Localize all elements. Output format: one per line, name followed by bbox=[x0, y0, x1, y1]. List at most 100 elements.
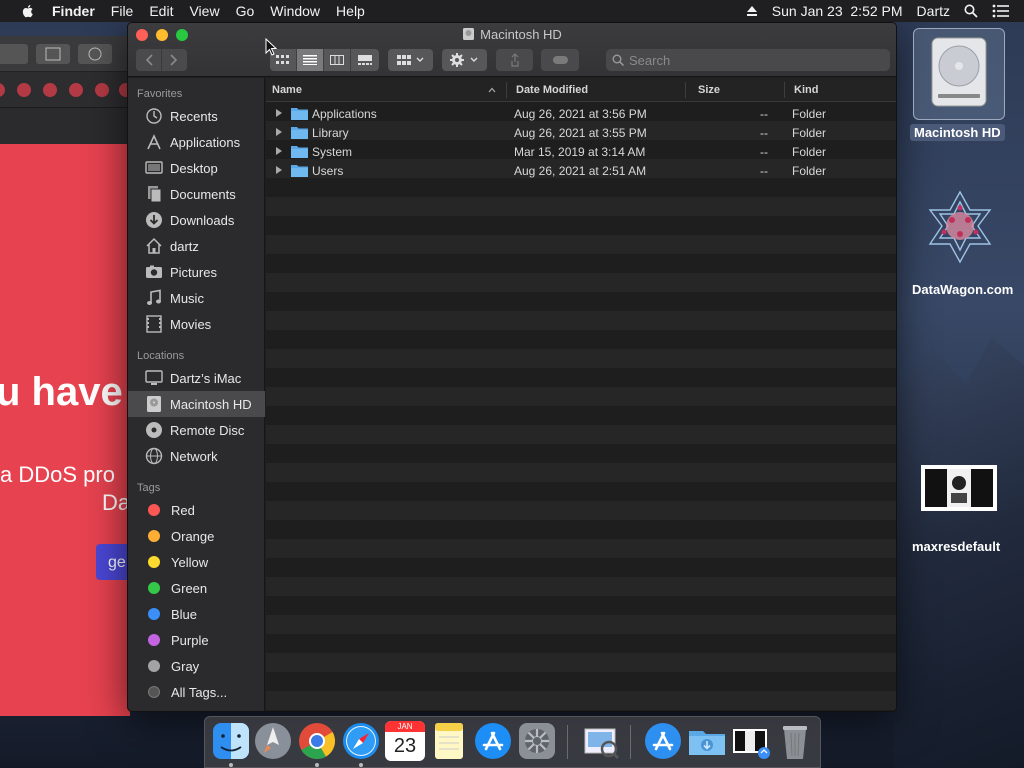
dock-downloads-folder-icon[interactable] bbox=[687, 721, 727, 761]
row-kind: Folder bbox=[792, 164, 827, 178]
sidebar-item-remote-disc[interactable]: Remote Disc bbox=[128, 417, 265, 443]
group-icon bbox=[396, 55, 423, 65]
sidebar-tag-all-tags[interactable]: All Tags... bbox=[128, 679, 265, 705]
sidebar-item-documents[interactable]: Documents bbox=[128, 181, 265, 207]
menu-file[interactable]: File bbox=[111, 3, 134, 19]
sidebar-tag-red[interactable]: Red bbox=[128, 497, 265, 523]
sidebar-item-imac[interactable]: Dartz’s iMac bbox=[128, 365, 265, 391]
dock-safari-icon[interactable] bbox=[341, 721, 381, 761]
dock-chrome-icon[interactable] bbox=[297, 721, 337, 761]
back-button[interactable] bbox=[137, 49, 162, 71]
sidebar-item-macintosh-hd[interactable]: Macintosh HD bbox=[128, 391, 265, 417]
row-size: -- bbox=[760, 126, 768, 140]
sidebar-item-desktop[interactable]: Desktop bbox=[128, 155, 265, 181]
sidebar-item-label: Pictures bbox=[170, 264, 217, 280]
notification-center-icon[interactable] bbox=[992, 4, 1010, 18]
search-field[interactable] bbox=[606, 49, 890, 71]
desktop-icon-label[interactable]: DataWagon.com bbox=[912, 282, 1013, 297]
table-row[interactable]: Users Aug 26, 2021 at 2:51 AM -- Folder bbox=[266, 161, 896, 180]
dock-notes-icon[interactable] bbox=[429, 721, 469, 761]
disclosure-triangle-icon[interactable] bbox=[276, 166, 282, 174]
sidebar-item-applications[interactable]: Applications bbox=[128, 129, 265, 155]
dock-app-store-icon[interactable] bbox=[473, 721, 513, 761]
sidebar-item-label: Recents bbox=[170, 108, 218, 124]
search-input[interactable] bbox=[629, 52, 869, 68]
disclosure-triangle-icon[interactable] bbox=[276, 128, 282, 136]
column-divider[interactable] bbox=[506, 82, 507, 98]
group-by-button[interactable] bbox=[388, 49, 433, 71]
column-kind-header[interactable]: Kind bbox=[794, 84, 818, 96]
tag-color-dot bbox=[148, 582, 160, 594]
folder-icon bbox=[291, 146, 308, 158]
menu-help[interactable]: Help bbox=[336, 3, 365, 19]
sidebar-item-music[interactable]: Music bbox=[128, 285, 265, 311]
hard-drive-icon bbox=[931, 37, 987, 107]
disclosure-triangle-icon[interactable] bbox=[276, 147, 282, 155]
apple-menu-icon[interactable] bbox=[20, 3, 36, 19]
action-menu-button[interactable] bbox=[442, 49, 487, 71]
gallery-view-button[interactable] bbox=[351, 49, 379, 71]
tag-icon bbox=[553, 56, 568, 64]
list-view-button[interactable] bbox=[297, 49, 324, 71]
menu-window[interactable]: Window bbox=[270, 3, 320, 19]
sidebar-tag-gray[interactable]: Gray bbox=[128, 653, 265, 679]
column-divider[interactable] bbox=[784, 82, 785, 98]
sidebar-item-network[interactable]: Network bbox=[128, 443, 265, 469]
sidebar-item-label: Yellow bbox=[171, 554, 209, 570]
row-date: Aug 26, 2021 at 3:56 PM bbox=[514, 107, 647, 121]
dock-applications-folder-icon[interactable] bbox=[643, 721, 683, 761]
column-size-header[interactable]: Size bbox=[698, 84, 720, 96]
sidebar-tag-blue[interactable]: Blue bbox=[128, 601, 265, 627]
documents-icon bbox=[148, 186, 162, 203]
desktop-icon-label[interactable]: Macintosh HD bbox=[910, 124, 1005, 141]
edit-tags-button[interactable] bbox=[541, 49, 579, 71]
background-browser-window[interactable]: u have a DDoS pro Da ge bbox=[0, 36, 130, 716]
sidebar-item-home[interactable]: dartz bbox=[128, 233, 265, 259]
menu-finder[interactable]: Finder bbox=[52, 3, 95, 19]
sidebar-tag-yellow[interactable]: Yellow bbox=[128, 549, 265, 575]
sidebar-item-label: All Tags... bbox=[171, 684, 228, 700]
sidebar-item-movies[interactable]: Movies bbox=[128, 311, 265, 337]
menu-clock[interactable]: Sun Jan 23 2:52 PM bbox=[772, 3, 903, 19]
table-row[interactable]: Library Aug 26, 2021 at 3:55 PM -- Folde… bbox=[266, 123, 896, 142]
dock-calendar-icon[interactable]: JAN 23 bbox=[385, 721, 425, 761]
column-divider[interactable] bbox=[685, 82, 686, 98]
column-date-header[interactable]: Date Modified bbox=[516, 84, 588, 96]
row-size: -- bbox=[760, 107, 768, 121]
dock-launchpad-icon[interactable] bbox=[253, 721, 293, 761]
column-view-button[interactable] bbox=[324, 49, 351, 71]
menu-user[interactable]: Dartz bbox=[917, 3, 950, 19]
sidebar-item-downloads[interactable]: Downloads bbox=[128, 207, 265, 233]
menu-view[interactable]: View bbox=[189, 3, 219, 19]
table-row[interactable]: System Mar 15, 2019 at 3:14 AM -- Folder bbox=[266, 142, 896, 161]
eject-icon[interactable] bbox=[746, 5, 758, 17]
sidebar-tag-orange[interactable]: Orange bbox=[128, 523, 265, 549]
background-page-button[interactable]: ge bbox=[96, 544, 130, 580]
spotlight-icon[interactable] bbox=[964, 4, 978, 18]
sidebar-item-recents[interactable]: Recents bbox=[128, 103, 265, 129]
forward-button[interactable] bbox=[162, 49, 187, 71]
desktop-icon-macintosh-hd[interactable] bbox=[920, 32, 998, 112]
desktop-icon-label[interactable]: maxresdefault bbox=[912, 539, 1000, 554]
desktop-icon-datawagon[interactable] bbox=[922, 188, 998, 266]
menu-go[interactable]: Go bbox=[236, 3, 255, 19]
sidebar-item-pictures[interactable]: Pictures bbox=[128, 259, 265, 285]
menu-edit[interactable]: Edit bbox=[149, 3, 173, 19]
dock-system-preferences-icon[interactable] bbox=[517, 721, 557, 761]
dock-finder-icon[interactable] bbox=[211, 721, 251, 761]
share-button[interactable] bbox=[496, 49, 533, 71]
sidebar-tag-purple[interactable]: Purple bbox=[128, 627, 265, 653]
tag-color-dot bbox=[148, 504, 160, 516]
background-page-headline: u have bbox=[0, 370, 123, 414]
table-row[interactable]: Applications Aug 26, 2021 at 3:56 PM -- … bbox=[266, 104, 896, 123]
disclosure-triangle-icon[interactable] bbox=[276, 109, 282, 117]
sidebar-tag-green[interactable]: Green bbox=[128, 575, 265, 601]
sidebar-item-label: Music bbox=[170, 290, 204, 306]
dock-trash-icon[interactable] bbox=[775, 721, 815, 761]
column-name-header[interactable]: Name bbox=[272, 84, 302, 96]
desktop-icon-maxresdefault[interactable] bbox=[921, 465, 997, 511]
dock-preview-icon[interactable] bbox=[581, 721, 621, 761]
tag-color-dot bbox=[148, 686, 160, 698]
row-date: Mar 15, 2019 at 3:14 AM bbox=[514, 145, 646, 159]
dock-maxresdefault-icon[interactable] bbox=[731, 721, 771, 761]
